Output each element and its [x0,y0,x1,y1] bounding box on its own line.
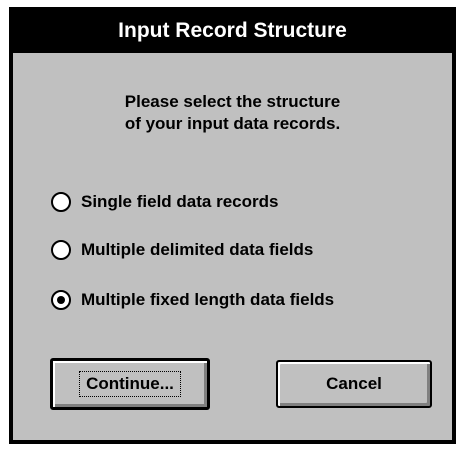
radio-selected-dot-icon [57,296,65,304]
dialog-prompt: Please select the structure of your inpu… [13,91,452,135]
dialog-title: Input Record Structure [118,19,347,42]
prompt-line-1: Please select the structure [124,92,341,111]
radio-button-icon[interactable] [51,192,71,212]
cancel-button[interactable]: Cancel [276,360,432,408]
radio-label-multiple-fixed-length[interactable]: Multiple fixed length data fields [81,290,334,310]
radio-button-selected-icon[interactable] [51,290,71,310]
input-record-structure-dialog: Input Record Structure Please select the… [9,7,456,444]
radio-multiple-fixed-length[interactable]: Multiple fixed length data fields [51,287,334,313]
radio-button-icon[interactable] [51,240,71,260]
radio-label-multiple-delimited[interactable]: Multiple delimited data fields [81,240,313,260]
cancel-button-label: Cancel [326,374,382,393]
continue-button-label: Continue... [79,371,181,397]
radio-multiple-delimited[interactable]: Multiple delimited data fields [51,237,313,263]
continue-button[interactable]: Continue... [50,358,210,410]
dialog-title-bar: Input Record Structure [13,11,452,53]
prompt-line-2: of your input data records. [124,114,341,133]
radio-single-field[interactable]: Single field data records [51,189,278,215]
radio-label-single-field[interactable]: Single field data records [81,192,278,212]
